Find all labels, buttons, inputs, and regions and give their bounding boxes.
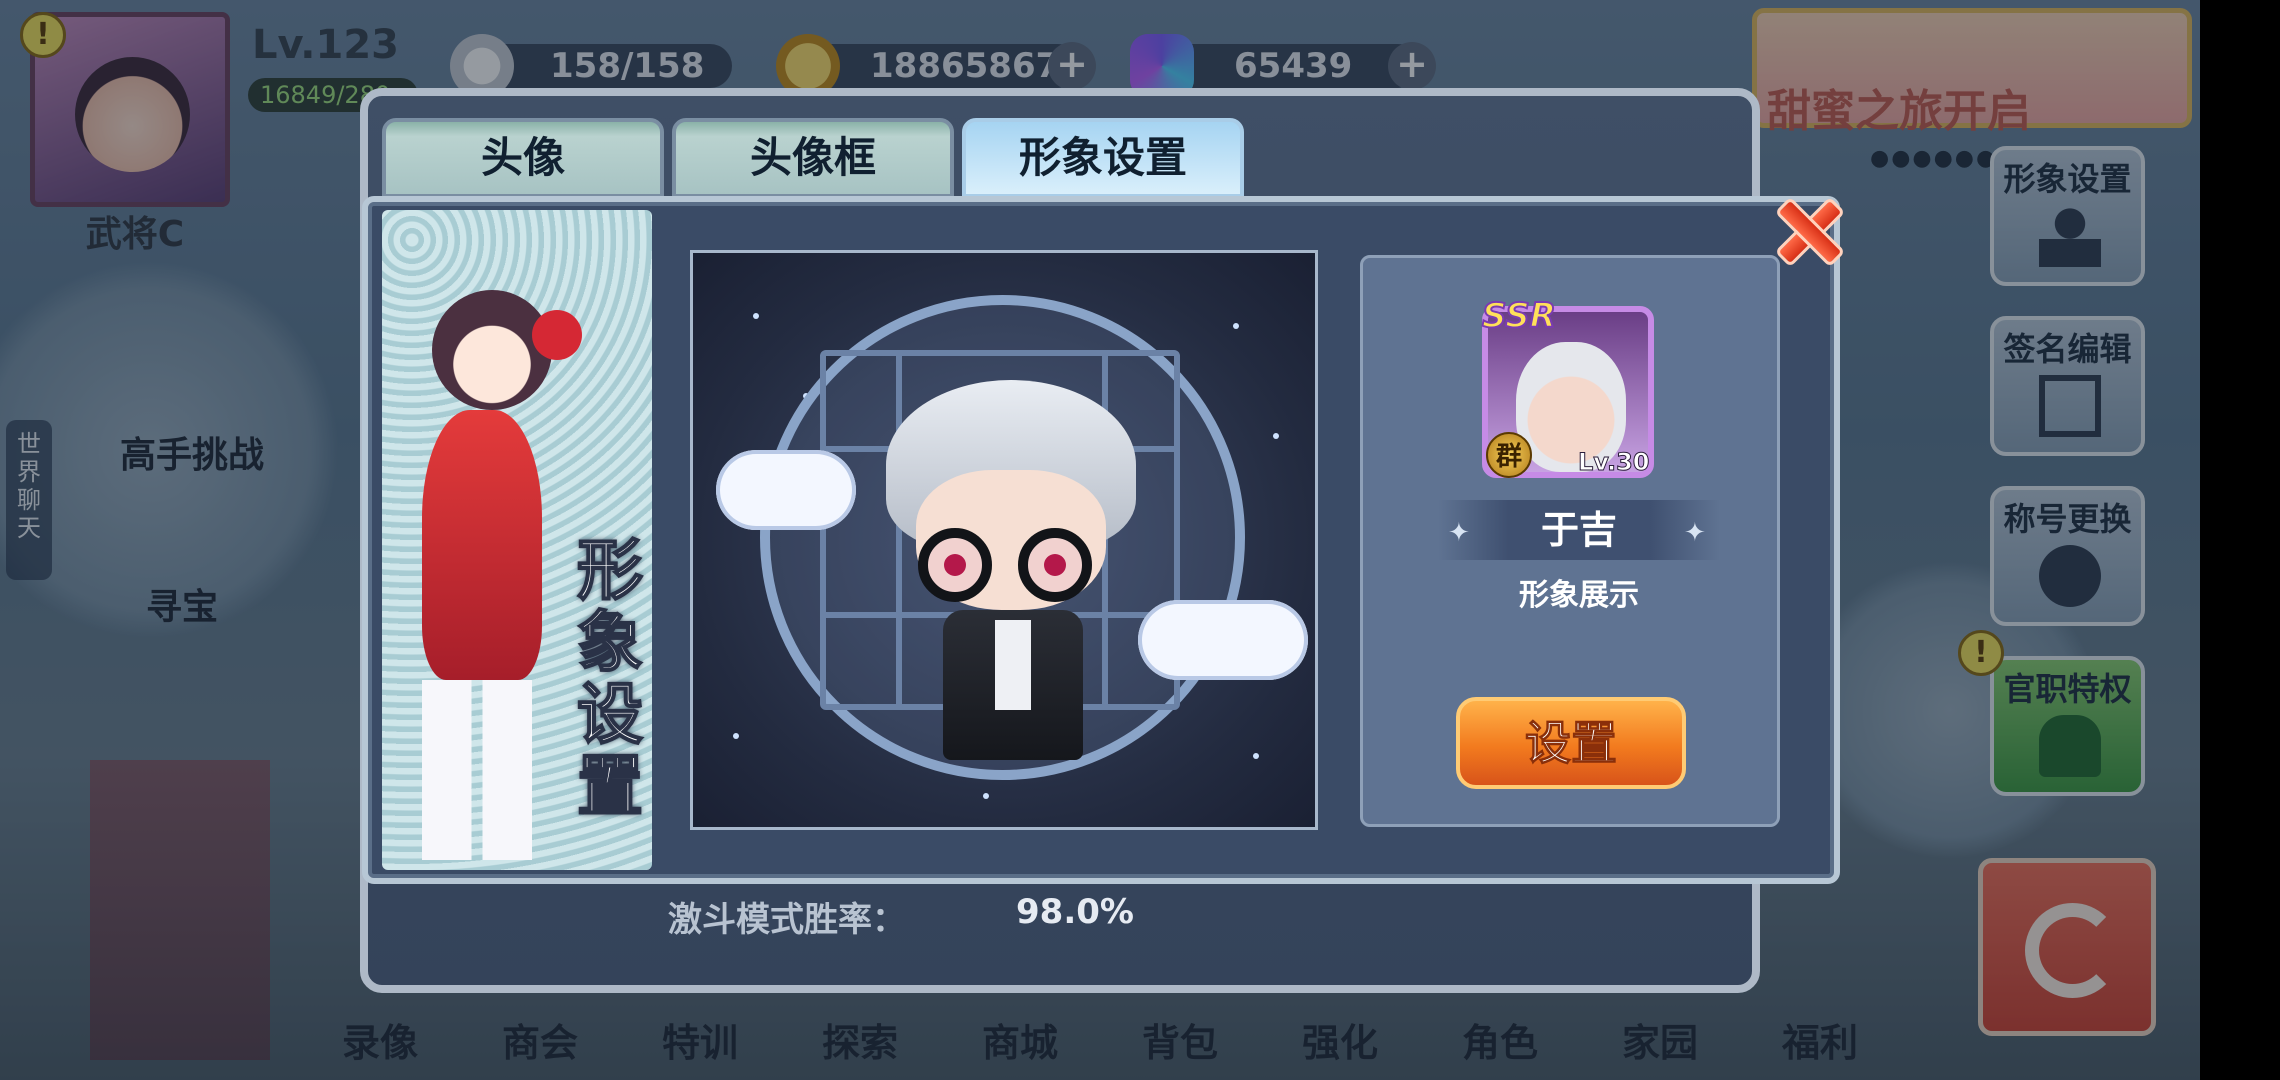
- character-level: Lv.30: [1578, 448, 1650, 477]
- rarity-badge: SSR: [1481, 295, 1557, 337]
- star: [1253, 753, 1259, 759]
- girl-illustration-head: [432, 290, 552, 410]
- game-screen: ! 武将C Lv.123 16849/280 158/158 18865867 …: [0, 0, 2280, 1080]
- cloud-left: [716, 450, 856, 530]
- girl-illustration-dress: [422, 410, 542, 680]
- title-char: 象: [576, 604, 644, 681]
- star: [753, 313, 759, 319]
- character-shirt: [995, 620, 1031, 710]
- title-char: 置: [576, 748, 644, 825]
- title-char: 设: [576, 676, 644, 753]
- glasses-left: [918, 528, 992, 602]
- eye: [944, 554, 966, 576]
- winrate-value: 98.0%: [1016, 892, 1134, 932]
- character-name: 于吉: [1540, 508, 1617, 552]
- star: [983, 793, 989, 799]
- flower-ornament: [532, 310, 582, 360]
- cloud-right: [1138, 600, 1308, 680]
- faction-badge: 群: [1486, 432, 1532, 478]
- set-appearance-button[interactable]: 设置: [1456, 697, 1686, 789]
- close-icon[interactable]: [1770, 193, 1840, 263]
- character-subtitle: 形象展示: [1519, 578, 1639, 613]
- star: [1273, 433, 1279, 439]
- star: [733, 733, 739, 739]
- star: [1233, 323, 1239, 329]
- girl-illustration-legs: [422, 680, 532, 860]
- eye: [1044, 554, 1066, 576]
- tab-appearance[interactable]: 形象设置: [962, 118, 1244, 198]
- tab-avatar-frame[interactable]: 头像框: [672, 118, 954, 198]
- dialog-vertical-title: 形 象 设 置: [570, 532, 650, 825]
- tab-avatar[interactable]: 头像: [382, 118, 664, 198]
- screen-edge-bar: [2200, 0, 2280, 1080]
- winrate-label: 激斗模式胜率：: [668, 900, 906, 940]
- glasses-right: [1018, 528, 1092, 602]
- title-char: 形: [576, 532, 644, 609]
